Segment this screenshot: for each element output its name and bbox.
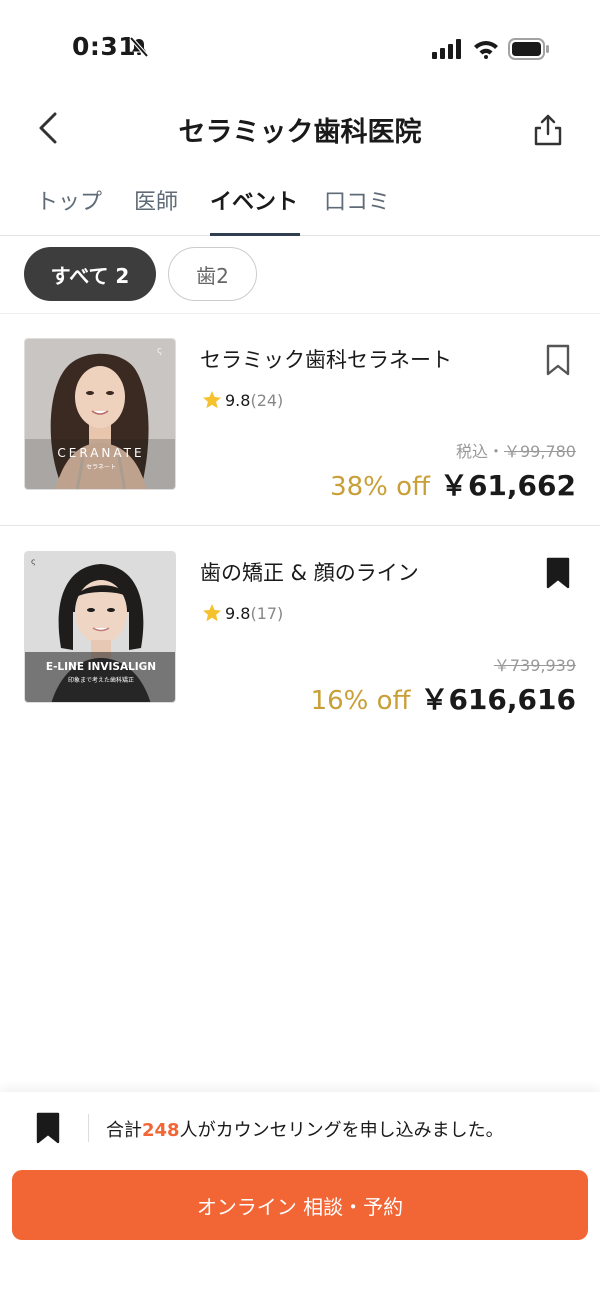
price-line: 38% off ￥61,662 [330,464,576,504]
original-price-line: 税込・ ￥99,780 [456,438,576,462]
tab-doctors[interactable]: 医師 [134,184,178,234]
original-price: ￥739,939 [493,656,576,675]
bookmark-filled-icon [36,1112,60,1144]
counsel-suffix: 人がカウンセリングを申し込みました。 [179,1120,504,1141]
online-consult-reserve-button[interactable]: オンライン 相談・予約 [12,1170,588,1240]
event-title[interactable]: セラミック歯科セラネート [200,344,452,374]
sale-price: ￥616,616 [420,683,576,716]
tax-label: 税込・ [455,442,504,461]
event-thumbnail[interactable]: E-LINE INVISALIGN 印象まで考えた歯科矯正 ς [24,551,176,703]
wifi-icon [473,39,499,63]
review-count: (17) [250,603,284,623]
event-thumbnail[interactable]: CERANATE セラネート ς [24,338,176,490]
bottom-bar: 合計248人がカウンセリングを申し込みました。 オンライン 相談・予約 [0,1092,600,1304]
header: セラミック歯科医院 [0,96,600,162]
footer-bookmark-button[interactable] [34,1112,62,1144]
tab-bar: トップ 医師 イベント 口コミ [0,170,600,236]
divider [88,1114,89,1142]
filter-chip-teeth[interactable]: 歯2 [168,247,257,301]
thumbnail-caption: E-LINE INVISALIGN [46,661,156,673]
event-card[interactable]: CERANATE セラネート ς セラミック歯科セラネート 9.8 (24) 税… [0,314,600,526]
bell-off-icon [128,36,150,62]
thumbnail-subcaption: セラネート [86,464,116,471]
bookmark-button[interactable] [544,344,572,376]
star-icon [203,604,221,622]
review-count: (24) [250,390,284,410]
event-title[interactable]: 歯の矯正 & 顔のライン [200,557,419,587]
counseling-count-text: 合計248人がカウンセリングを申し込みました。 [106,1116,504,1142]
bookmark-button[interactable] [544,557,572,589]
tab-reviews[interactable]: 口コミ [324,184,390,234]
filter-chip-all[interactable]: すべて 2 [24,247,156,301]
tab-events[interactable]: イベント [210,184,298,234]
svg-text:ς: ς [31,557,36,566]
original-price: ￥99,780 [504,442,576,461]
event-card[interactable]: E-LINE INVISALIGN 印象まで考えた歯科矯正 ς 歯の矯正 & 顔… [0,528,600,740]
thumbnail-subcaption: 印象まで考えた歯科矯正 [68,676,134,684]
battery-icon [508,38,550,64]
star-icon [203,391,221,409]
rating-value: 9.8 [225,603,251,623]
original-price-line: ￥739,939 [494,652,576,676]
thumbnail-caption: CERANATE [57,446,144,460]
rating-value: 9.8 [225,390,251,410]
status-time: 0:31 [72,32,137,61]
counsel-count: 248 [142,1120,180,1141]
sale-price: ￥61,662 [439,469,576,502]
bookmark-outline-icon [546,344,570,376]
event-rating: 9.8 (17) [202,603,283,623]
share-icon [534,114,562,146]
status-bar: 0:31 [0,0,600,96]
price-line: 16% off ￥616,616 [311,678,576,718]
bookmark-filled-icon [546,557,570,589]
counsel-prefix: 合計 [106,1120,142,1141]
page-title: セラミック歯科医院 [178,117,422,148]
event-rating: 9.8 (24) [202,390,283,410]
signal-icon [432,39,464,63]
share-button[interactable] [526,108,570,152]
svg-text:ς: ς [157,346,162,356]
discount-label: 16% off [310,686,411,716]
active-tab-indicator [210,233,300,236]
tab-top[interactable]: トップ [36,184,102,234]
discount-label: 38% off [330,472,430,502]
